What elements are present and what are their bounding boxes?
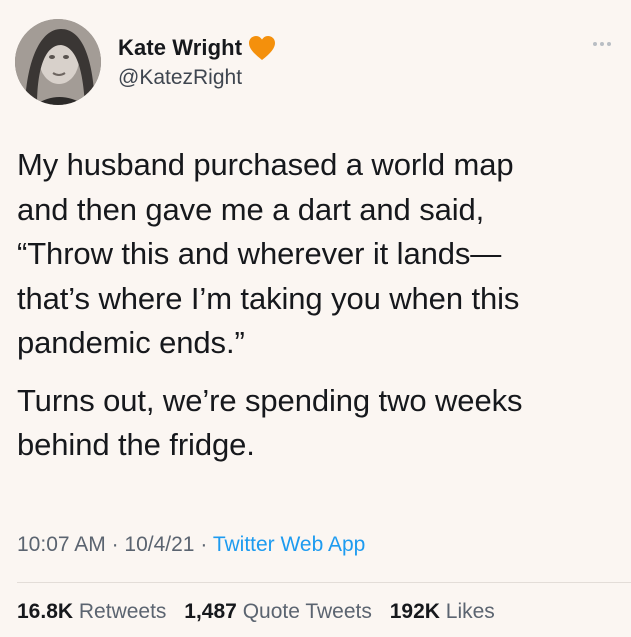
tweet-source-link[interactable]: Twitter Web App — [213, 533, 366, 556]
tweet-line: pandemic ends.” — [17, 325, 245, 360]
tweet-meta: 10:07 AM · 10/4/21 · Twitter Web App — [17, 533, 365, 557]
avatar[interactable] — [15, 19, 101, 105]
tweet-line: that’s where I’m taking you when this — [17, 280, 520, 316]
likes-stat[interactable]: 192K Likes — [390, 600, 495, 623]
tweet-time[interactable]: 10:07 AM — [17, 533, 106, 556]
tweet-line: and then gave me a dart and said, — [17, 191, 485, 227]
divider — [17, 582, 631, 583]
tweet-text: My husband purchased a world map and the… — [17, 143, 617, 468]
tweet-line: Turns out, we’re spending two weeks — [17, 382, 523, 418]
dot — [600, 42, 604, 46]
dot — [593, 42, 597, 46]
tweet-line: My husband purchased a world map — [17, 147, 514, 182]
tweet-line: behind the fridge. — [17, 427, 255, 462]
tweet-date[interactable]: 10/4/21 — [124, 533, 194, 556]
tweet-paragraph-2: Turns out, we’re spending two weeks behi… — [17, 379, 617, 468]
profile-photo-icon — [15, 19, 101, 105]
tweet-paragraph-1: My husband purchased a world map and the… — [17, 143, 617, 366]
tweet-stats: 16.8K Retweets 1,487 Quote Tweets 192K L… — [17, 600, 507, 624]
quote-tweets-count: 1,487 — [184, 600, 237, 623]
meta-separator: · — [200, 533, 208, 556]
retweets-count: 16.8K — [17, 600, 74, 623]
meta-separator: · — [111, 533, 119, 556]
orange-heart-icon — [248, 35, 276, 61]
tweet-line: “Throw this and wherever it lands— — [17, 236, 502, 271]
quote-tweets-stat[interactable]: 1,487 Quote Tweets — [184, 600, 372, 623]
author-name-row: Kate Wright — [118, 35, 276, 61]
likes-count: 192K — [389, 600, 440, 623]
tweet-card: Kate Wright @KatezRight My husband purch… — [0, 0, 631, 637]
likes-label: Likes — [445, 600, 495, 623]
author-display-name[interactable]: Kate Wright — [118, 35, 242, 61]
retweets-stat[interactable]: 16.8K Retweets — [17, 600, 166, 623]
more-options-icon[interactable] — [593, 40, 619, 48]
retweets-label: Retweets — [78, 600, 167, 623]
quote-tweets-label: Quote Tweets — [242, 600, 372, 623]
author-handle[interactable]: @KatezRight — [118, 66, 242, 90]
dot — [607, 42, 611, 46]
